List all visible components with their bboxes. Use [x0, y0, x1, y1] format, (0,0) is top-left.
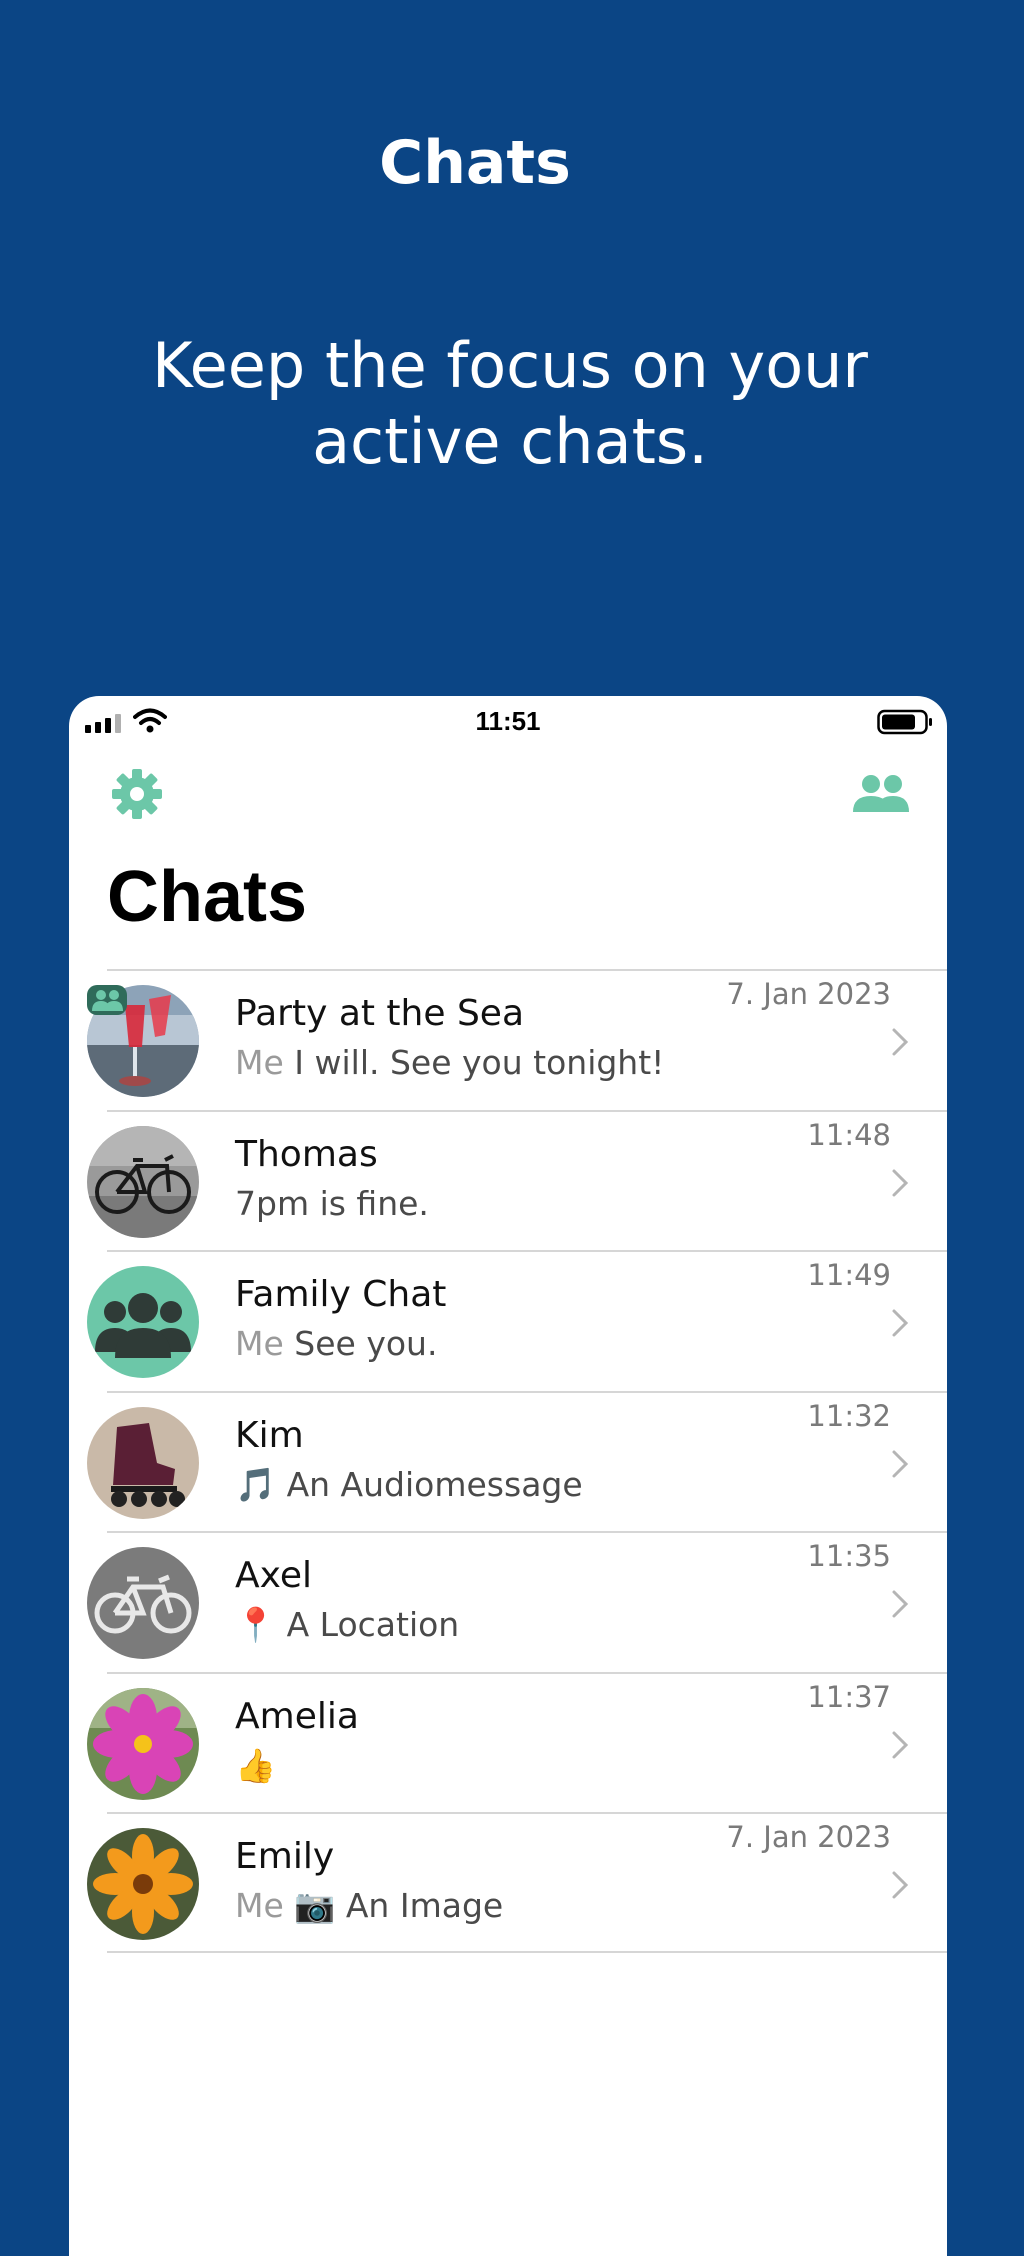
chat-preview: 🎵 An Audiomessage	[235, 1465, 583, 1505]
chat-time: 11:49	[807, 1258, 891, 1292]
chat-preview: Me 📷 An Image	[235, 1886, 503, 1926]
chat-time: 7. Jan 2023	[726, 977, 891, 1011]
chat-row[interactable]: Party at the Sea Me I will. See you toni…	[87, 969, 947, 1110]
preview-text: 7pm is fine.	[235, 1183, 429, 1223]
chat-row[interactable]: Thomas 7pm is fine. 11:48	[87, 1109, 947, 1251]
chat-name: Thomas	[235, 1133, 378, 1175]
avatar	[87, 1687, 199, 1800]
me-prefix: Me	[235, 1043, 284, 1082]
chat-preview: Me See you.	[235, 1324, 437, 1363]
promo-subtitle: Keep the focus on your active chats.	[152, 329, 868, 478]
chat-time: 11:32	[807, 1398, 891, 1433]
preview-text: See you.	[294, 1324, 438, 1363]
chevron-right-icon	[892, 1028, 909, 1056]
chat-name: Axel	[235, 1555, 312, 1596]
chat-time: 11:37	[807, 1679, 891, 1714]
avatar	[87, 1547, 199, 1659]
me-prefix: Me	[235, 1324, 284, 1363]
promo-title: Chats	[379, 128, 571, 198]
group-avatar-icon	[87, 1266, 199, 1378]
chat-name: Kim	[235, 1414, 304, 1456]
chevron-right-icon	[892, 1590, 909, 1618]
chat-preview: 👍	[235, 1746, 276, 1786]
chat-list: Party at the Sea Me I will. See you toni…	[69, 969, 947, 1953]
chat-time: 11:48	[807, 1117, 891, 1152]
chevron-right-icon	[892, 1169, 909, 1196]
top-toolbar	[69, 746, 947, 842]
chat-row[interactable]: Family Chat Me See you. 11:49	[87, 1250, 947, 1391]
chat-preview: 7pm is fine.	[235, 1184, 429, 1223]
chat-name: Family Chat	[235, 1274, 447, 1315]
gear-icon[interactable]	[109, 766, 165, 822]
chat-row[interactable]: Amelia 👍 11:37	[87, 1671, 947, 1813]
chat-name: Party at the Sea	[235, 993, 525, 1034]
preview-text: 📷 An Image	[294, 1886, 504, 1925]
chat-time: 11:35	[807, 1539, 891, 1573]
battery-icon	[877, 709, 932, 735]
people-icon[interactable]	[851, 772, 911, 816]
avatar	[87, 1406, 199, 1519]
chevron-right-icon	[892, 1309, 909, 1337]
preview-text: 👍	[235, 1745, 277, 1785]
chat-time: 7. Jan 2023	[726, 1820, 891, 1854]
status-time: 11:51	[475, 706, 541, 736]
preview-text: 📍 A Location	[235, 1605, 460, 1644]
chat-row[interactable]: Axel 📍 A Location 11:35	[87, 1531, 947, 1672]
avatar	[87, 1828, 199, 1940]
avatar	[87, 1125, 199, 1238]
status-bar: 11:51	[69, 696, 947, 746]
chat-row[interactable]: Emily Me 📷 An Image 7. Jan 2023	[87, 1812, 947, 1953]
preview-text: 🎵 An Audiomessage	[235, 1464, 583, 1504]
chat-preview: 📍 A Location	[235, 1605, 459, 1645]
preview-text: I will. See you tonight!	[294, 1043, 665, 1082]
chevron-right-icon	[892, 1871, 909, 1899]
chat-name: Amelia	[235, 1695, 359, 1737]
me-prefix: Me	[235, 1886, 284, 1925]
chevron-right-icon	[892, 1731, 909, 1758]
chat-name: Emily	[235, 1836, 335, 1877]
chat-preview: Me I will. See you tonight!	[235, 1043, 664, 1082]
phone-screen: 11:51 Chats Party at the Sea Me I will. …	[69, 696, 947, 2256]
chevron-right-icon	[892, 1450, 909, 1477]
page-title: Chats	[107, 857, 308, 937]
chat-row[interactable]: Kim 🎵 An Audiomessage 11:32	[87, 1390, 947, 1532]
group-badge-icon	[87, 985, 127, 1015]
